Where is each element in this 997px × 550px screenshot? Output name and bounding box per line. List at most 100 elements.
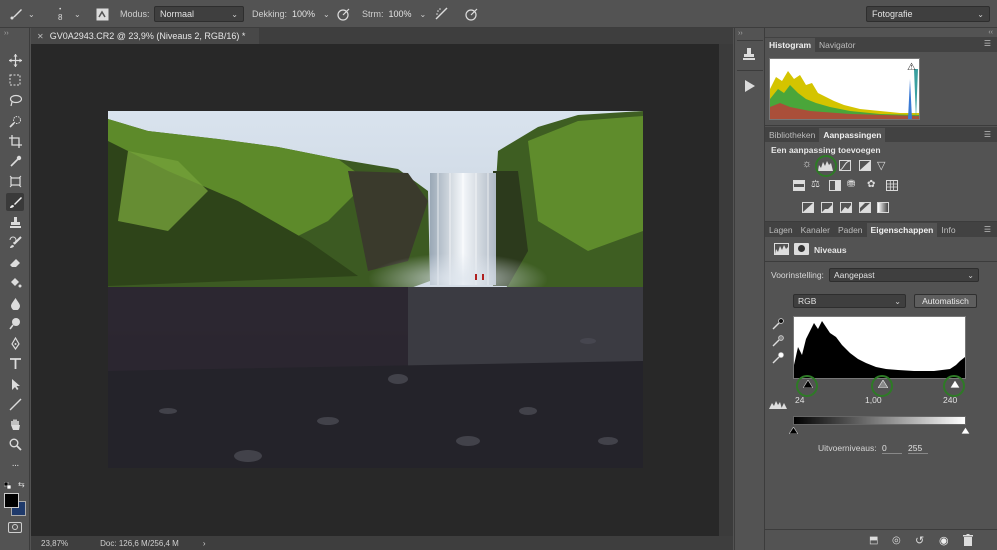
input-white-slider[interactable]	[949, 379, 961, 390]
stamp-icon[interactable]	[6, 213, 24, 231]
collapse-icon[interactable]: ››	[4, 30, 9, 37]
flow-value[interactable]: 100%	[389, 9, 412, 19]
clip-to-layer-icon[interactable]: ⬒	[869, 535, 878, 546]
chevron-down-icon[interactable]: ⌄	[420, 10, 427, 19]
view-previous-icon[interactable]: ◎	[892, 535, 901, 546]
more-icon[interactable]: ···	[6, 456, 24, 474]
document-image[interactable]	[108, 111, 643, 468]
hue-saturation-icon[interactable]	[793, 180, 805, 191]
trash-icon[interactable]	[963, 534, 973, 548]
brush-icon[interactable]	[6, 193, 24, 211]
frame-icon[interactable]	[6, 172, 24, 190]
move-icon[interactable]	[6, 51, 24, 69]
input-gamma-value[interactable]: 1,00	[865, 395, 882, 405]
black-point-eyedropper-icon[interactable]	[772, 318, 784, 332]
vibrance-icon[interactable]: ▽	[877, 159, 885, 172]
tab-histogram[interactable]: Histogram	[765, 38, 816, 52]
tab-channels[interactable]: Kanaler	[797, 223, 834, 237]
collapse-icon[interactable]: ››	[738, 30, 743, 37]
swap-colors-icon[interactable]: ⇆	[18, 480, 25, 489]
reset-icon[interactable]: ↺	[915, 534, 924, 547]
curves-icon[interactable]	[839, 160, 851, 171]
default-colors-icon[interactable]	[3, 481, 12, 490]
foreground-color-swatch[interactable]	[4, 493, 19, 508]
eraser-icon[interactable]	[6, 253, 24, 271]
vertical-scrollbar[interactable]	[719, 44, 733, 536]
invert-icon[interactable]	[802, 202, 814, 213]
output-black-slider[interactable]	[788, 426, 799, 436]
input-black-slider[interactable]	[802, 379, 814, 390]
tab-properties[interactable]: Eigenschappen	[866, 223, 938, 237]
tab-navigator[interactable]: Navigator	[815, 38, 859, 52]
line-icon[interactable]	[6, 395, 24, 413]
layer-mask-icon[interactable]	[794, 243, 809, 255]
color-balance-icon[interactable]: ⚖	[811, 179, 820, 190]
black-white-icon[interactable]	[829, 180, 841, 191]
tab-layers[interactable]: Lagen	[765, 223, 797, 237]
brush-settings-icon[interactable]	[94, 6, 110, 22]
output-white-value[interactable]: 255	[908, 443, 928, 454]
warning-icon[interactable]: ⚠	[907, 62, 916, 73]
posterize-icon[interactable]	[821, 202, 833, 213]
panel-menu-icon[interactable]: ☰	[984, 225, 991, 234]
quick-select-icon[interactable]	[6, 112, 24, 130]
chevron-right-icon[interactable]: ›	[203, 539, 206, 548]
tab-paths[interactable]: Paden	[834, 223, 867, 237]
zoom-level[interactable]: 23,87%	[41, 539, 68, 548]
tab-info[interactable]: Info	[937, 223, 959, 237]
panel-menu-icon[interactable]: ☰	[984, 39, 991, 48]
opacity-value[interactable]: 100%	[292, 9, 315, 19]
airbrush-icon[interactable]	[434, 6, 450, 22]
pen-icon[interactable]	[6, 334, 24, 352]
blur-icon[interactable]	[6, 294, 24, 312]
tab-adjustments[interactable]: Aanpassingen	[819, 128, 886, 142]
selective-color-icon[interactable]	[859, 202, 871, 213]
zoom-icon[interactable]	[6, 435, 24, 453]
pressure-opacity-icon[interactable]	[336, 6, 352, 22]
exposure-icon[interactable]	[859, 160, 871, 171]
marquee-icon[interactable]	[6, 71, 24, 89]
close-icon[interactable]: ✕	[37, 32, 44, 41]
input-white-value[interactable]: 240	[943, 395, 957, 405]
collapse-icon[interactable]: ‹‹	[988, 29, 993, 36]
channel-select[interactable]: RGB ⌄	[793, 294, 906, 308]
clipping-warning-icon[interactable]	[769, 399, 787, 411]
tab-libraries[interactable]: Bibliotheken	[765, 128, 819, 142]
output-black-value[interactable]: 0	[882, 443, 902, 454]
eyedropper-icon[interactable]	[6, 152, 24, 170]
gray-point-eyedropper-icon[interactable]	[772, 335, 784, 349]
threshold-icon[interactable]	[840, 202, 852, 213]
input-black-value[interactable]: 24	[795, 395, 804, 405]
channel-mixer-icon[interactable]: ✿	[867, 179, 875, 190]
photo-filter-icon[interactable]: ⛃	[847, 179, 855, 190]
brush-size-picker[interactable]: • 8	[58, 0, 62, 28]
chevron-down-icon[interactable]: ⌄	[323, 10, 330, 19]
history-brush-icon[interactable]	[6, 233, 24, 251]
input-gamma-slider[interactable]	[877, 379, 889, 390]
color-lookup-icon[interactable]	[886, 180, 898, 191]
quick-mask-icon[interactable]	[8, 522, 22, 533]
gradient-map-icon[interactable]	[877, 202, 889, 213]
play-icon[interactable]	[744, 80, 756, 94]
chevron-down-icon[interactable]: ⌄	[74, 10, 81, 19]
preset-select[interactable]: Aangepast ⌄	[829, 268, 979, 282]
panel-menu-icon[interactable]: ☰	[984, 130, 991, 139]
lasso-icon[interactable]	[6, 91, 24, 109]
pressure-size-icon[interactable]	[464, 6, 480, 22]
path-select-icon[interactable]	[6, 375, 24, 393]
white-point-eyedropper-icon[interactable]	[772, 352, 784, 366]
auto-button[interactable]: Automatisch	[914, 294, 977, 308]
output-white-slider[interactable]	[960, 426, 971, 436]
hand-icon[interactable]	[6, 415, 24, 433]
brush-tool-icon[interactable]	[8, 6, 24, 22]
workspace-select[interactable]: Fotografie ⌄	[866, 6, 990, 22]
chevron-down-icon[interactable]: ⌄	[28, 10, 35, 19]
visibility-eye-icon[interactable]: ◉	[939, 534, 949, 547]
mode-select[interactable]: Normaal ⌄	[154, 6, 244, 22]
crop-icon[interactable]	[6, 132, 24, 150]
paint-bucket-icon[interactable]	[6, 273, 24, 291]
brightness-contrast-icon[interactable]: ☼	[802, 158, 812, 170]
dodge-icon[interactable]	[6, 314, 24, 332]
type-icon[interactable]	[6, 354, 24, 372]
document-tab[interactable]: ✕ GV0A2943.CR2 @ 23,9% (Niveaus 2, RGB/1…	[31, 28, 259, 44]
